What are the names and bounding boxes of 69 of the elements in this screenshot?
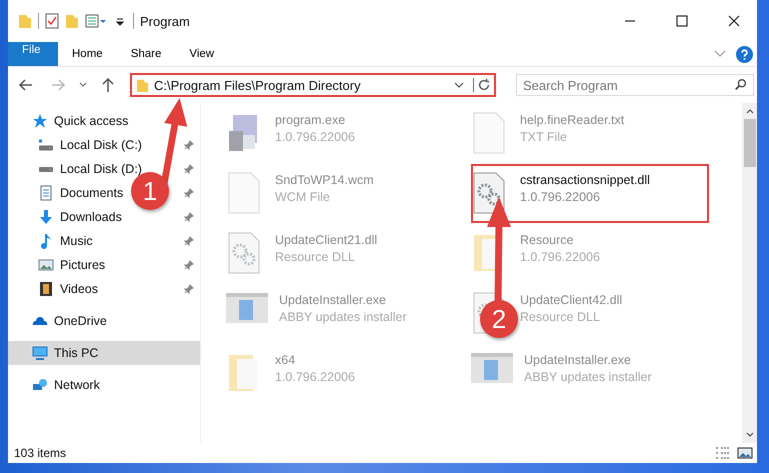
maximize-icon xyxy=(676,15,688,27)
sidebar-item[interactable]: Downloads xyxy=(38,209,122,225)
file-detail: 1.0.796.22006 xyxy=(275,370,355,384)
pin-icon[interactable] xyxy=(184,164,194,174)
ribbon-tab[interactable]: Share xyxy=(116,42,176,66)
drive-icon xyxy=(38,137,54,153)
chevron-icon[interactable] xyxy=(714,50,726,58)
file-detail: 1.0.796.22006 xyxy=(520,190,601,204)
down-arrow-icon xyxy=(38,209,54,225)
sidebar-item[interactable]: OneDrive xyxy=(32,313,107,329)
address-bar[interactable]: C:\Program Files\Program Directory xyxy=(130,73,496,97)
item-count: 103 items xyxy=(14,446,66,460)
folder-icon xyxy=(229,355,257,391)
window-title: Program xyxy=(140,14,190,28)
scrollbar[interactable] xyxy=(742,103,757,443)
file-detail: WCM File xyxy=(275,190,331,204)
ribbon-tab[interactable]: View xyxy=(175,42,228,66)
drive-icon xyxy=(38,166,54,172)
close-icon xyxy=(728,15,740,27)
thumbnail-view-icon[interactable] xyxy=(737,446,753,460)
file-detail: ABBY updates installer xyxy=(524,370,652,384)
scroll-thumb[interactable] xyxy=(744,119,756,167)
monitor-icon xyxy=(32,345,48,361)
pin-icon[interactable] xyxy=(184,140,194,150)
back-arrow-icon[interactable] xyxy=(18,77,34,93)
sidebar-item[interactable]: Pictures xyxy=(38,257,106,273)
film-icon xyxy=(38,281,54,297)
checklist-icon[interactable] xyxy=(45,13,59,29)
file-name[interactable]: cstransactionsnippet.dll xyxy=(520,173,650,187)
pin-icon[interactable] xyxy=(184,284,194,294)
search-icon xyxy=(734,78,748,92)
star-icon xyxy=(32,113,48,129)
file-detail: TXT File xyxy=(520,130,568,144)
step-badge: 2 xyxy=(480,300,518,338)
ribbon-tab[interactable]: Home xyxy=(58,42,117,66)
forward-arrow-icon[interactable] xyxy=(50,77,66,93)
chevron-icon[interactable] xyxy=(78,81,88,89)
scroll-down-icon[interactable] xyxy=(744,431,754,439)
details-view-icon[interactable] xyxy=(715,446,731,460)
document-icon xyxy=(38,185,54,201)
folder-icon xyxy=(136,78,149,92)
pin-icon[interactable] xyxy=(184,236,194,246)
network-icon xyxy=(32,377,48,393)
address-path: C:\Program Files\Program Directory xyxy=(154,78,362,92)
installer-icon xyxy=(470,351,514,385)
properties-icon[interactable] xyxy=(85,13,107,29)
sidebar-item[interactable]: Local Disk (C:) xyxy=(38,137,142,153)
sidebar-item[interactable]: This PC xyxy=(32,345,98,361)
installer-icon xyxy=(225,291,269,325)
pin-icon[interactable] xyxy=(184,188,194,198)
sidebar-item[interactable]: Quick access xyxy=(32,113,128,129)
up-arrow-icon[interactable] xyxy=(100,77,116,93)
scroll-up-icon[interactable] xyxy=(744,107,754,115)
search-field[interactable]: Search Program xyxy=(516,74,754,96)
sidebar-item[interactable]: Music xyxy=(38,233,93,249)
help-icon[interactable] xyxy=(736,46,753,62)
file-detail: 1.0.796.22006 xyxy=(520,250,600,264)
file-detail: Resource DLL xyxy=(520,310,601,324)
sidebar-item[interactable]: Documents xyxy=(38,185,124,201)
file-detail: Resource DLL xyxy=(275,250,356,264)
pin-icon[interactable] xyxy=(184,260,194,270)
sidebar-item[interactable]: Videos xyxy=(38,281,98,297)
picture-icon xyxy=(38,257,54,273)
file-detail: 1.0.796.22006 xyxy=(275,130,355,144)
pin-icon[interactable] xyxy=(184,212,194,222)
sidebar-item[interactable]: Network xyxy=(32,377,100,393)
dropdown-icon[interactable] xyxy=(454,81,464,89)
file-detail: ABBY updates installer xyxy=(279,310,407,324)
file-menu-button[interactable]: File xyxy=(8,42,58,66)
